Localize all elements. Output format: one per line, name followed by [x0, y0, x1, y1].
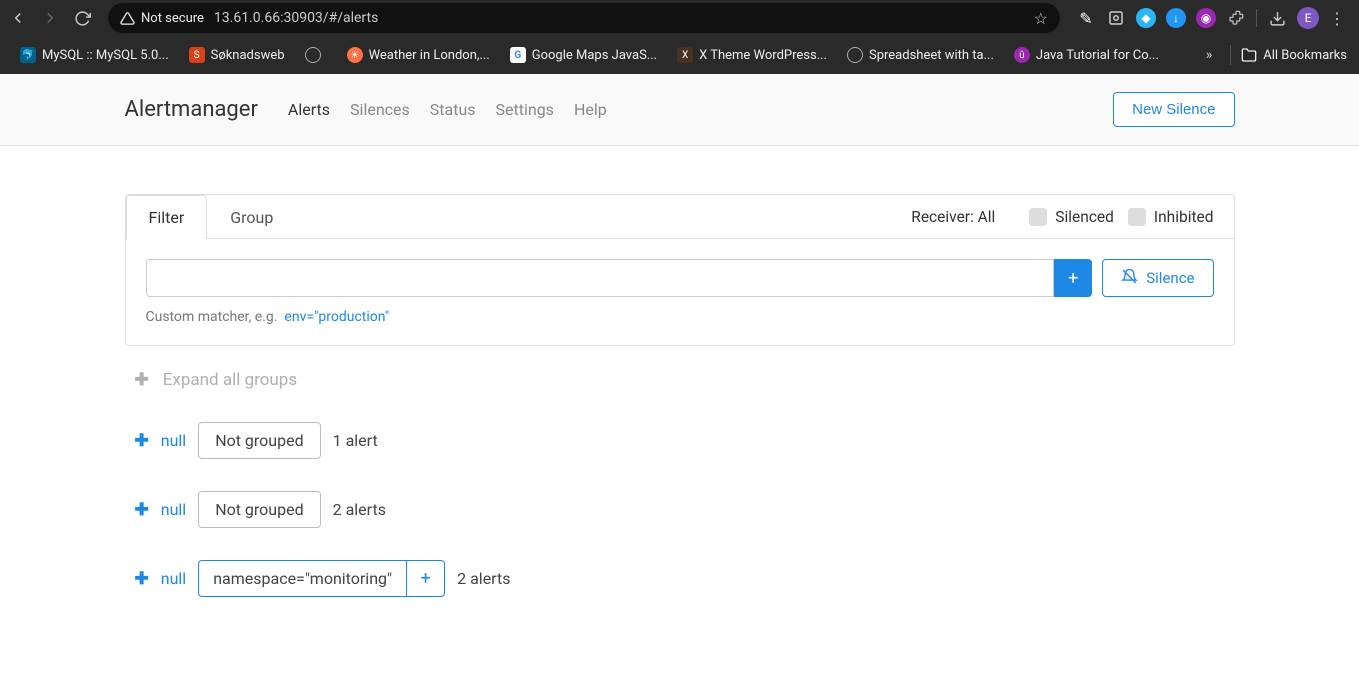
- expand-group-button[interactable]: ✚: [135, 500, 149, 520]
- nav-silences[interactable]: Silences: [350, 100, 410, 119]
- address-bar[interactable]: Not secure 13.61.0.66:30903/#/alerts ☆: [108, 3, 1060, 33]
- extension-icon[interactable]: ◉: [1196, 8, 1216, 28]
- extension-icon[interactable]: [1106, 8, 1126, 28]
- bookmark-label: Java Tutorial for Co...: [1036, 48, 1159, 63]
- bookmark-icon: S: [189, 47, 205, 63]
- bookmark-item[interactable]: S Søknadsweb: [181, 43, 293, 67]
- bookmark-label: Søknadsweb: [211, 48, 285, 63]
- expand-group-button[interactable]: ✚: [135, 431, 149, 451]
- separator: [1256, 9, 1257, 27]
- bookmark-item[interactable]: ☀ Weather in London,...: [339, 43, 498, 67]
- silenced-label: Silenced: [1055, 208, 1114, 226]
- inhibited-checkbox[interactable]: Inhibited: [1128, 208, 1214, 226]
- bookmark-icon: G: [510, 47, 526, 63]
- add-matcher-button[interactable]: +: [1054, 259, 1092, 297]
- forward-button: [40, 8, 60, 28]
- filter-input[interactable]: [146, 259, 1055, 297]
- nav-help[interactable]: Help: [574, 100, 607, 119]
- alert-group-row: ✚ null Not grouped 2 alerts: [125, 481, 1235, 538]
- hint-prefix: Custom matcher, e.g.: [146, 309, 278, 325]
- bookmark-label: MySQL :: MySQL 5.0...: [42, 48, 169, 63]
- extension-icon[interactable]: ◆: [1136, 8, 1156, 28]
- bookmark-icon: ☀: [347, 47, 363, 63]
- group-null-link[interactable]: null: [161, 569, 186, 588]
- back-button[interactable]: [8, 8, 28, 28]
- filter-hint: Custom matcher, e.g. env="production": [146, 309, 1214, 325]
- hint-example-link[interactable]: env="production": [284, 309, 389, 325]
- profile-avatar[interactable]: E: [1297, 7, 1319, 29]
- separator: [1230, 45, 1231, 65]
- bookmarks-overflow-button[interactable]: »: [1198, 47, 1221, 63]
- bookmark-item[interactable]: Spreadsheet with ta...: [839, 43, 1002, 67]
- group-count: 2 alerts: [333, 500, 386, 519]
- bookmark-icon: [305, 47, 321, 63]
- group-tag[interactable]: Not grouped: [198, 491, 320, 528]
- bookmark-item[interactable]: X X Theme WordPress...: [669, 43, 835, 67]
- bookmark-item[interactable]: [297, 43, 335, 67]
- group-tag[interactable]: Not grouped: [198, 422, 320, 459]
- reload-button[interactable]: [72, 8, 92, 28]
- tab-filter[interactable]: Filter: [126, 195, 208, 239]
- app-brand: Alertmanager: [125, 97, 258, 122]
- expand-group-button[interactable]: ✚: [135, 569, 149, 589]
- bell-off-icon: [1121, 268, 1138, 289]
- nav-alerts[interactable]: Alerts: [288, 100, 330, 119]
- silence-button[interactable]: Silence: [1102, 259, 1213, 297]
- extension-icon[interactable]: ↓: [1166, 8, 1186, 28]
- bookmark-star-icon[interactable]: ☆: [1034, 9, 1048, 28]
- inhibited-label: Inhibited: [1154, 208, 1214, 226]
- expand-all-button[interactable]: ✚ Expand all groups: [125, 346, 1235, 400]
- group-null-link[interactable]: null: [161, 431, 186, 450]
- tab-group[interactable]: Group: [207, 195, 296, 239]
- nav-status[interactable]: Status: [430, 100, 476, 119]
- receiver-select[interactable]: Receiver: All: [911, 208, 995, 226]
- new-silence-button[interactable]: New Silence: [1113, 92, 1234, 127]
- alert-group-row: ✚ null Not grouped 1 alert: [125, 412, 1235, 469]
- all-bookmarks-button[interactable]: All Bookmarks: [1241, 47, 1347, 63]
- expand-all-label: Expand all groups: [163, 370, 297, 390]
- add-group-matcher-button[interactable]: +: [406, 561, 444, 596]
- checkbox-icon: [1029, 208, 1047, 226]
- bookmark-item[interactable]: û Java Tutorial for Co...: [1006, 43, 1167, 67]
- all-bookmarks-label: All Bookmarks: [1263, 48, 1347, 63]
- group-tag-label[interactable]: namespace="monitoring": [199, 561, 406, 596]
- bookmark-label: Spreadsheet with ta...: [869, 48, 994, 63]
- alert-group-row: ✚ null namespace="monitoring" + 2 alerts: [125, 550, 1235, 607]
- bookmark-label: Google Maps JavaS...: [532, 48, 657, 63]
- not-secure-label: Not secure: [141, 11, 204, 26]
- silence-button-label: Silence: [1146, 269, 1194, 287]
- bookmark-label: Weather in London,...: [369, 48, 490, 63]
- group-null-link[interactable]: null: [161, 500, 186, 519]
- nav-settings[interactable]: Settings: [496, 100, 554, 119]
- bookmark-icon: 🐬: [20, 47, 36, 63]
- extension-icon[interactable]: ✎: [1076, 8, 1096, 28]
- extensions-button[interactable]: [1226, 8, 1246, 28]
- bookmark-item[interactable]: 🐬 MySQL :: MySQL 5.0...: [12, 43, 177, 67]
- url-text: 13.61.0.66:30903/#/alerts: [214, 10, 1024, 26]
- bookmark-label: X Theme WordPress...: [699, 48, 827, 63]
- downloads-button[interactable]: [1267, 8, 1287, 28]
- menu-button[interactable]: ⋮: [1329, 9, 1345, 28]
- silenced-checkbox[interactable]: Silenced: [1029, 208, 1114, 226]
- bookmark-icon: [847, 47, 863, 63]
- bookmark-item[interactable]: G Google Maps JavaS...: [502, 43, 665, 67]
- bookmark-icon: X: [677, 47, 693, 63]
- checkbox-icon: [1128, 208, 1146, 226]
- plus-icon: ✚: [135, 370, 149, 390]
- group-tag-split: namespace="monitoring" +: [198, 560, 445, 597]
- not-secure-badge[interactable]: Not secure: [120, 11, 204, 26]
- bookmark-icon: û: [1014, 47, 1030, 63]
- group-count: 2 alerts: [457, 569, 510, 588]
- group-count: 1 alert: [333, 431, 378, 450]
